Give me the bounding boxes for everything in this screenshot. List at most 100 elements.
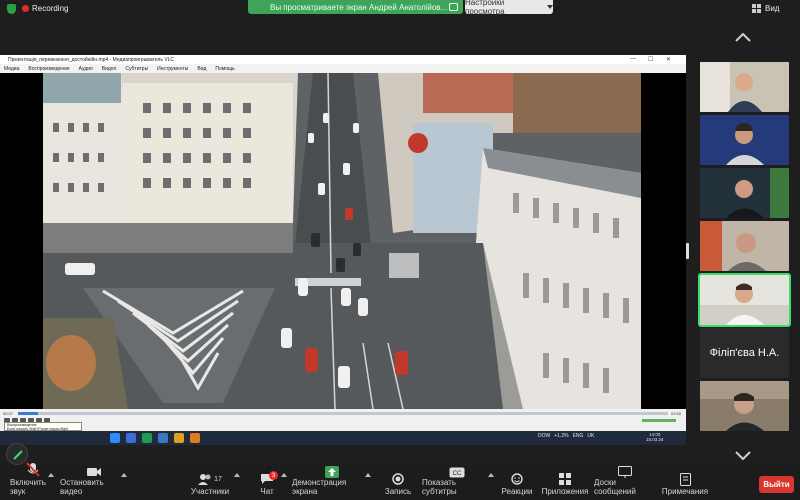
participant-tile[interactable]	[700, 168, 789, 218]
cloud-icon	[449, 3, 458, 11]
menu-tools[interactable]: Инструменты	[157, 66, 188, 72]
annotate-pencil-icon[interactable]	[6, 443, 28, 465]
reactions-button[interactable]: Реакции	[500, 468, 534, 498]
whiteboards-label: Доски сообщений	[594, 478, 636, 496]
vlc-tooltip: Воспроизведение Если нажать Shift+Pause …	[4, 422, 82, 431]
word-app-icon[interactable]	[158, 433, 168, 443]
smiley-icon	[511, 471, 523, 487]
view-settings-button[interactable]: Настройки просмотра	[465, 0, 553, 16]
screen-share-banner: Вы просматриваете экран Андрей Анатолійо…	[248, 0, 463, 14]
seek-bar[interactable]	[18, 412, 668, 415]
windows-taskbar: DOW +1.2% ENG UK 14:00 15.03.24	[0, 431, 686, 445]
stop-video-label: Остановить видео	[60, 478, 104, 496]
recording-label: Recording	[32, 4, 69, 13]
vlc-title-bar: Презентація_перевезення_достойнійн.mp4 -…	[0, 55, 686, 64]
tray-index: DOW	[538, 433, 551, 439]
captions-button[interactable]: CC Показать субтитры	[422, 467, 492, 498]
menu-playback[interactable]: Воспроизведение	[28, 66, 69, 72]
vlc-app-icon[interactable]	[190, 433, 200, 443]
chat-unread-badge: 3	[269, 471, 278, 480]
explorer-app-icon[interactable]	[174, 433, 184, 443]
chat-options-chevron-icon[interactable]	[281, 473, 287, 477]
chat-label: Чат	[260, 487, 274, 496]
maximize-icon[interactable]: ☐	[648, 56, 653, 63]
video-frame[interactable]	[43, 73, 641, 409]
view-settings-label: Настройки просмотра	[465, 0, 505, 16]
chat-icon: 3	[260, 471, 278, 487]
security-shield-icon[interactable]	[7, 4, 16, 14]
whiteboards-button[interactable]: Доски сообщений	[594, 466, 656, 498]
menu-video[interactable]: Видео	[102, 66, 117, 72]
system-tray: DOW +1.2% ENG UK	[538, 433, 594, 439]
captions-options-chevron-icon[interactable]	[488, 473, 494, 477]
record-dot-icon	[22, 5, 29, 12]
view-button[interactable]: Вид	[752, 4, 779, 13]
menu-media[interactable]: Медиа	[4, 66, 19, 72]
participant-video	[700, 221, 789, 271]
panel-splitter-handle[interactable]	[686, 243, 689, 259]
share-banner-text: Вы просматриваете экран Андрей Анатолійо…	[270, 2, 448, 12]
participants-label: Участники	[190, 487, 230, 496]
participant-tile[interactable]	[700, 221, 789, 271]
meeting-top-bar: Recording Вы просматриваете экран Андрей…	[0, 0, 800, 18]
meeting-toolbar: Включить звук Остановить видео 17 Участн…	[0, 462, 800, 500]
leave-meeting-button[interactable]: Выйти	[759, 476, 794, 493]
scroll-down-chevron-icon[interactable]	[735, 451, 751, 460]
participant-video	[700, 62, 789, 112]
minimize-icon[interactable]: —	[630, 56, 636, 62]
recording-indicator[interactable]: Recording	[22, 4, 68, 13]
participants-options-chevron-icon[interactable]	[234, 473, 240, 477]
vlc-menu-bar: Медиа Воспроизведение Аудио Видео Субтит…	[0, 64, 686, 73]
whiteboard-icon	[618, 466, 632, 478]
participants-button[interactable]: 17 Участники	[188, 468, 232, 498]
audio-options-chevron-icon[interactable]	[48, 473, 54, 477]
stop-video-button[interactable]: Остановить видео	[60, 468, 128, 498]
participant-name: Філіп'єва Н.А.	[709, 347, 780, 359]
participant-tile[interactable]	[700, 62, 789, 112]
menu-audio[interactable]: Аудио	[79, 66, 93, 72]
share-screen-label: Демонстрация экрана	[292, 478, 347, 496]
participant-video	[700, 381, 789, 431]
menu-subtitles[interactable]: Субтитры	[125, 66, 148, 72]
unmute-label: Включить звук	[10, 478, 46, 496]
participants-count: 17	[214, 475, 222, 483]
participant-tile[interactable]	[700, 115, 789, 165]
participants-icon: 17	[198, 471, 222, 487]
participant-video	[700, 275, 789, 325]
system-clock: 14:00 15.03.24	[646, 432, 664, 442]
active-speaker-tile[interactable]	[698, 273, 791, 327]
share-screen-button[interactable]: Демонстрация экрана	[292, 466, 372, 498]
shared-screen: Презентація_перевезення_достойнійн.mp4 -…	[0, 55, 686, 431]
notes-icon	[679, 471, 691, 487]
city-aerial-image	[43, 73, 641, 409]
zoom-app-icon[interactable]	[110, 433, 120, 443]
excel-app-icon[interactable]	[142, 433, 152, 443]
closed-captions-icon: CC	[449, 467, 465, 478]
tray-lang[interactable]: ENG	[573, 433, 584, 439]
video-options-chevron-icon[interactable]	[121, 473, 127, 477]
record-button[interactable]: Запись	[380, 468, 416, 498]
menu-view[interactable]: Вид	[197, 66, 206, 72]
volume-slider[interactable]	[642, 419, 676, 422]
close-icon[interactable]: ✕	[666, 56, 671, 63]
clock-date: 15.03.24	[646, 437, 664, 442]
tray-region: UK	[587, 433, 595, 439]
apps-icon	[559, 471, 571, 487]
notes-label: Примечания	[661, 487, 709, 496]
notes-button[interactable]: Примечания	[662, 468, 708, 498]
reactions-label: Реакции	[501, 487, 533, 496]
apps-button[interactable]: Приложения	[542, 468, 588, 498]
share-options-chevron-icon[interactable]	[365, 473, 371, 477]
scroll-up-chevron-icon[interactable]	[735, 33, 751, 42]
captions-label: Показать субтитры	[422, 478, 457, 496]
menu-help[interactable]: Помощь	[215, 66, 234, 72]
participant-tile[interactable]	[700, 381, 789, 431]
skype-app-icon[interactable]	[126, 433, 136, 443]
apps-label: Приложения	[541, 487, 589, 496]
zoom-window: Recording Вы просматриваете экран Андрей…	[0, 0, 800, 500]
record-label: Запись	[384, 487, 412, 496]
participant-name-tile[interactable]: Філіп'єва Н.А.	[700, 328, 789, 378]
chat-button[interactable]: 3 Чат	[254, 468, 280, 498]
tray-change: +1.2%	[554, 433, 569, 439]
elapsed-time: 00:07	[3, 411, 14, 416]
